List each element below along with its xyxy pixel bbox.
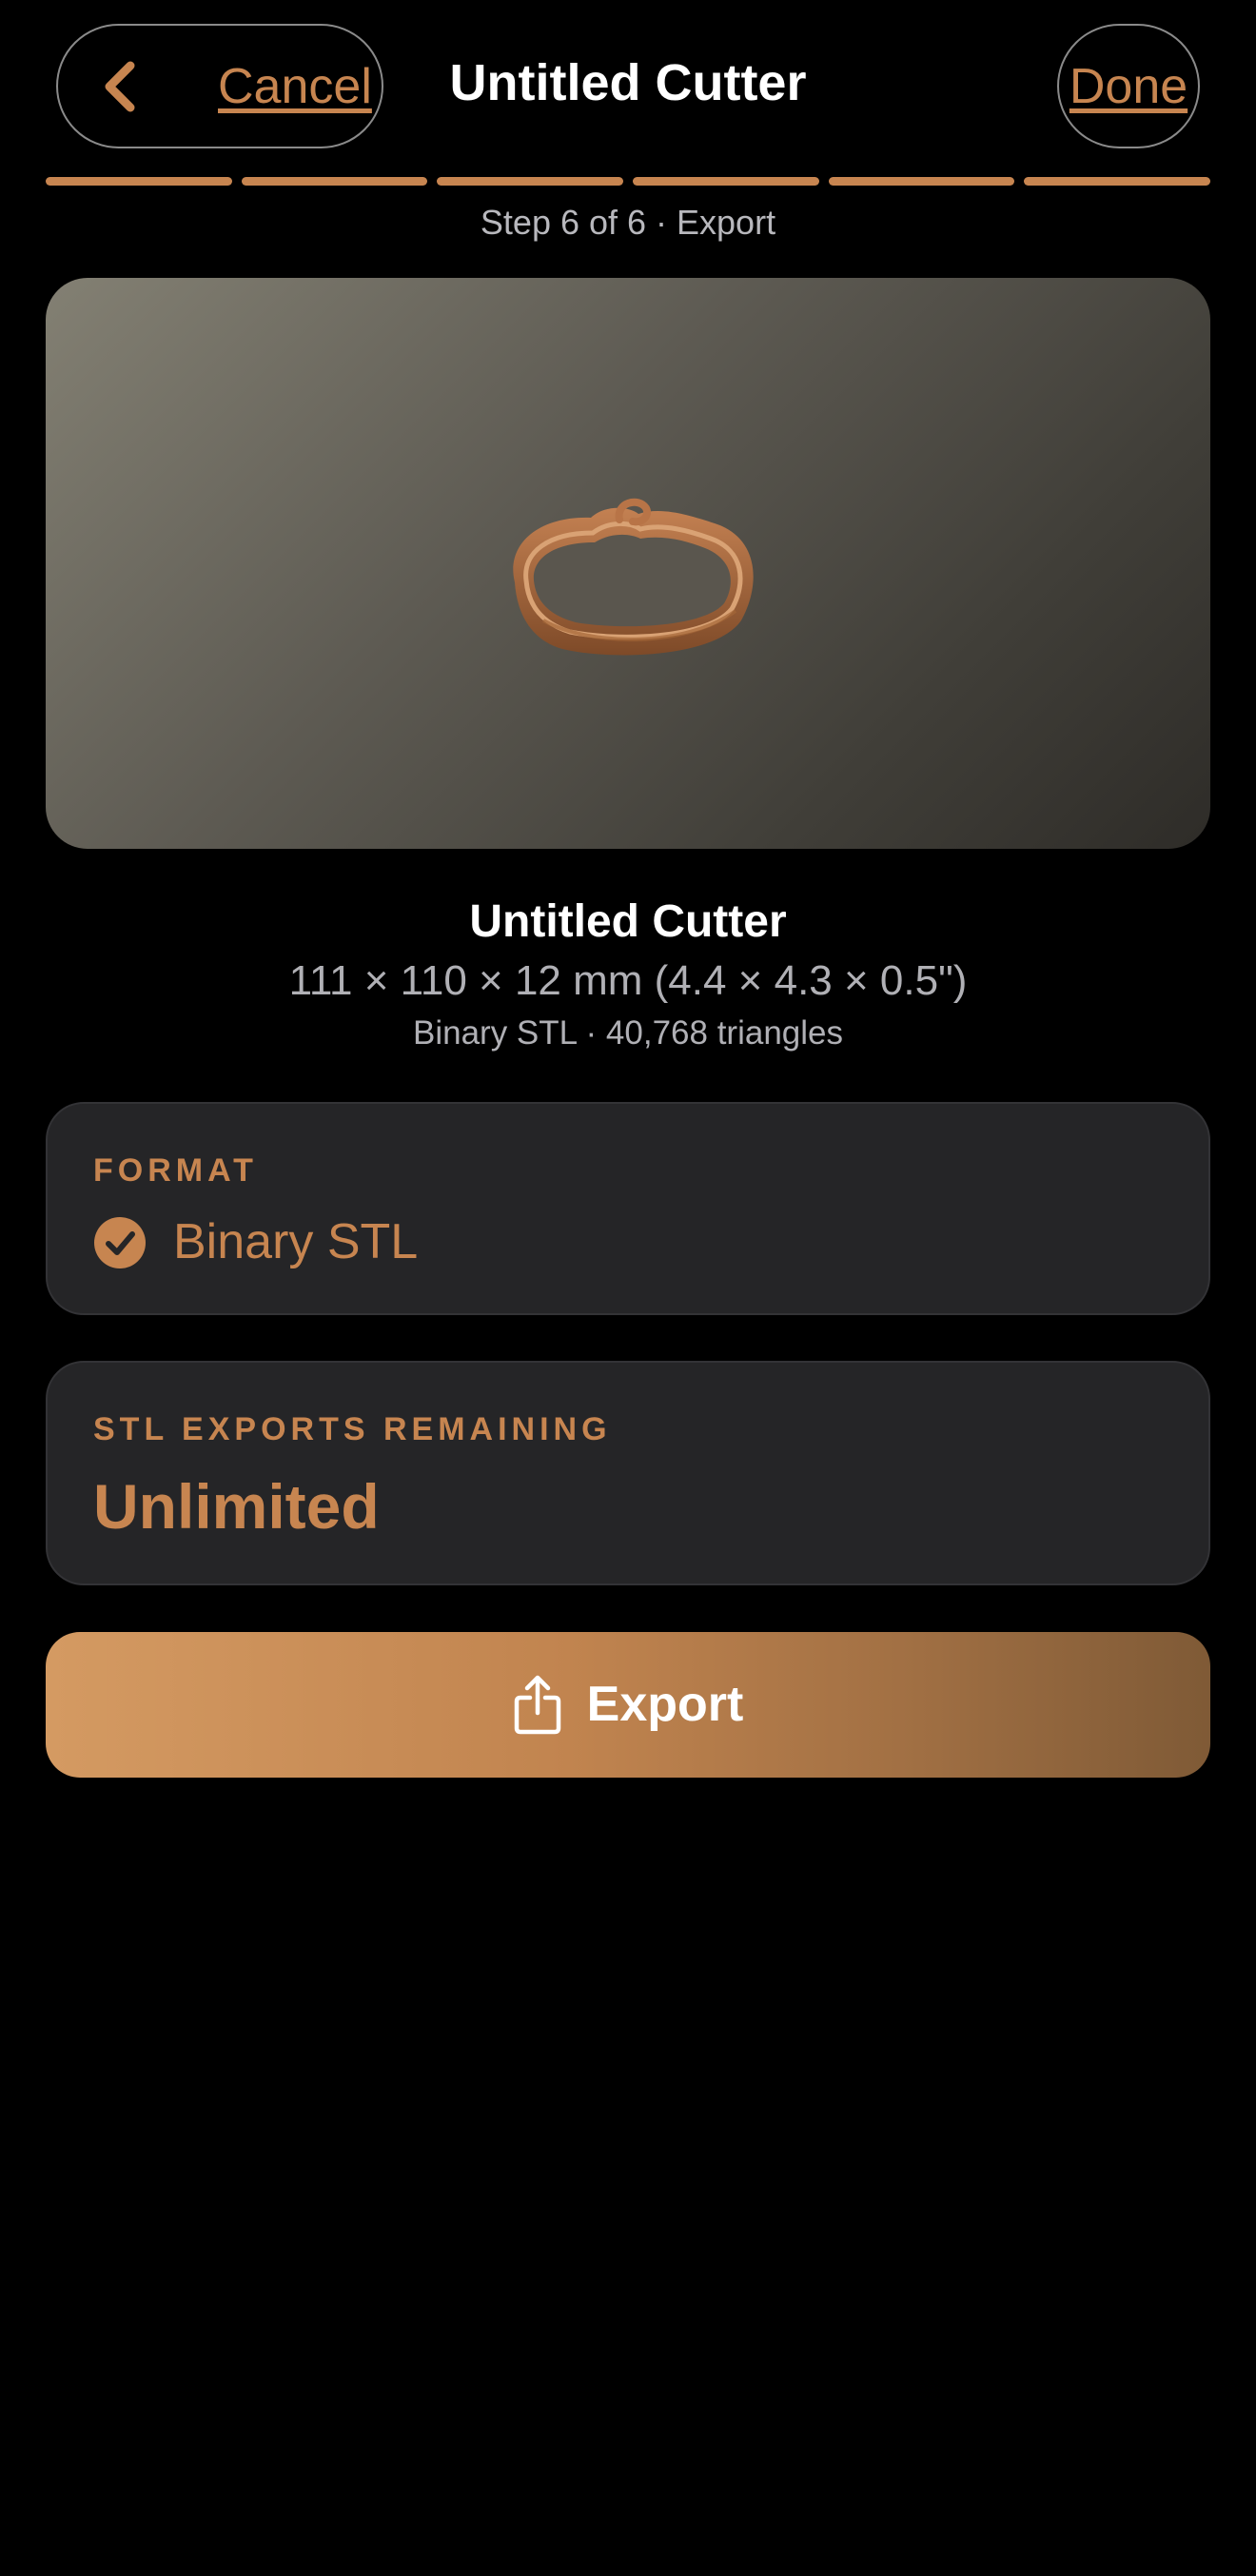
progress-segment [437,177,624,186]
exports-remaining-card: STL EXPORTS REMAINING Unlimited [46,1361,1210,1585]
model-name: Untitled Cutter [469,896,787,947]
model-preview[interactable] [46,278,1210,849]
format-card[interactable]: FORMAT Binary STL [46,1102,1210,1315]
format-value[interactable]: Binary STL [173,1212,418,1271]
share-icon [514,1675,560,1734]
step-indicator: Step 6 of 6 · Export [480,203,776,242]
exports-remaining-label: STL EXPORTS REMAINING [93,1411,612,1447]
exports-remaining-value: Unlimited [93,1471,380,1542]
checkmark-circle-icon [94,1217,146,1268]
model-dimensions: 111 × 110 × 12 mm (4.4 × 4.3 × 0.5") [288,957,968,1004]
model-meta: Binary STL · 40,768 triangles [413,1014,843,1052]
progress-segment [633,177,819,186]
progress-segment [46,177,232,186]
export-label[interactable]: Export [587,1677,744,1732]
step-progress-bar [46,177,1211,186]
progress-segment [828,177,1015,186]
export-button[interactable]: Export [46,1632,1210,1778]
format-label: FORMAT [93,1152,258,1189]
progress-segment [1024,177,1211,186]
progress-segment [241,177,428,186]
done-label[interactable]: Done [1059,59,1198,114]
cookie-cutter-model [513,498,754,656]
done-button[interactable]: Done [1057,24,1200,148]
nav-bar: Cancel Untitled Cutter Done [0,0,1256,171]
